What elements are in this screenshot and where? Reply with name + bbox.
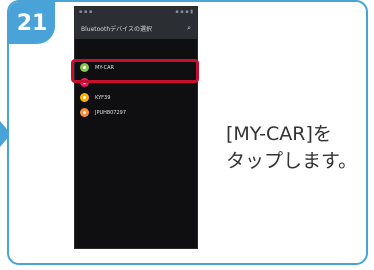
instruction-line-1: [MY-CAR]を: [226, 123, 332, 145]
my-car-highlight-box: [71, 59, 199, 83]
instruction-line-2: タップします。: [226, 150, 358, 172]
phone-title-bar: Bluetoothデバイスの選択 ⌕: [75, 17, 197, 39]
device-icon: [80, 93, 89, 102]
device-name: JPUH807297: [95, 109, 126, 116]
device-name: KYF39: [95, 94, 111, 101]
step-card: 21 ▪ ▪ ▪ ▪ ▪ ▪ ▮ Bluetoothデバイスの選択 ⌕ MY-C…: [7, 0, 368, 265]
search-icon[interactable]: ⌕: [187, 24, 191, 33]
step-number-badge: 21: [9, 2, 55, 44]
phone-screen-title: Bluetoothデバイスの選択: [81, 25, 152, 33]
device-row-jpuh807297[interactable]: JPUH807297: [75, 105, 197, 120]
phone-status-bar: ▪ ▪ ▪ ▪ ▪ ▪ ▮: [75, 7, 197, 17]
status-right-icons: ▪ ▪ ▪ ▮: [175, 9, 193, 15]
device-row-kyf39[interactable]: KYF39: [75, 90, 197, 105]
device-icon: [80, 108, 89, 117]
instruction-text: [MY-CAR]を タップします。: [226, 121, 366, 175]
phone-screenshot: ▪ ▪ ▪ ▪ ▪ ▪ ▮ Bluetoothデバイスの選択 ⌕ MY-CAR …: [74, 6, 198, 249]
step-number: 21: [16, 10, 48, 36]
status-left-icons: ▪ ▪ ▪: [79, 9, 93, 15]
